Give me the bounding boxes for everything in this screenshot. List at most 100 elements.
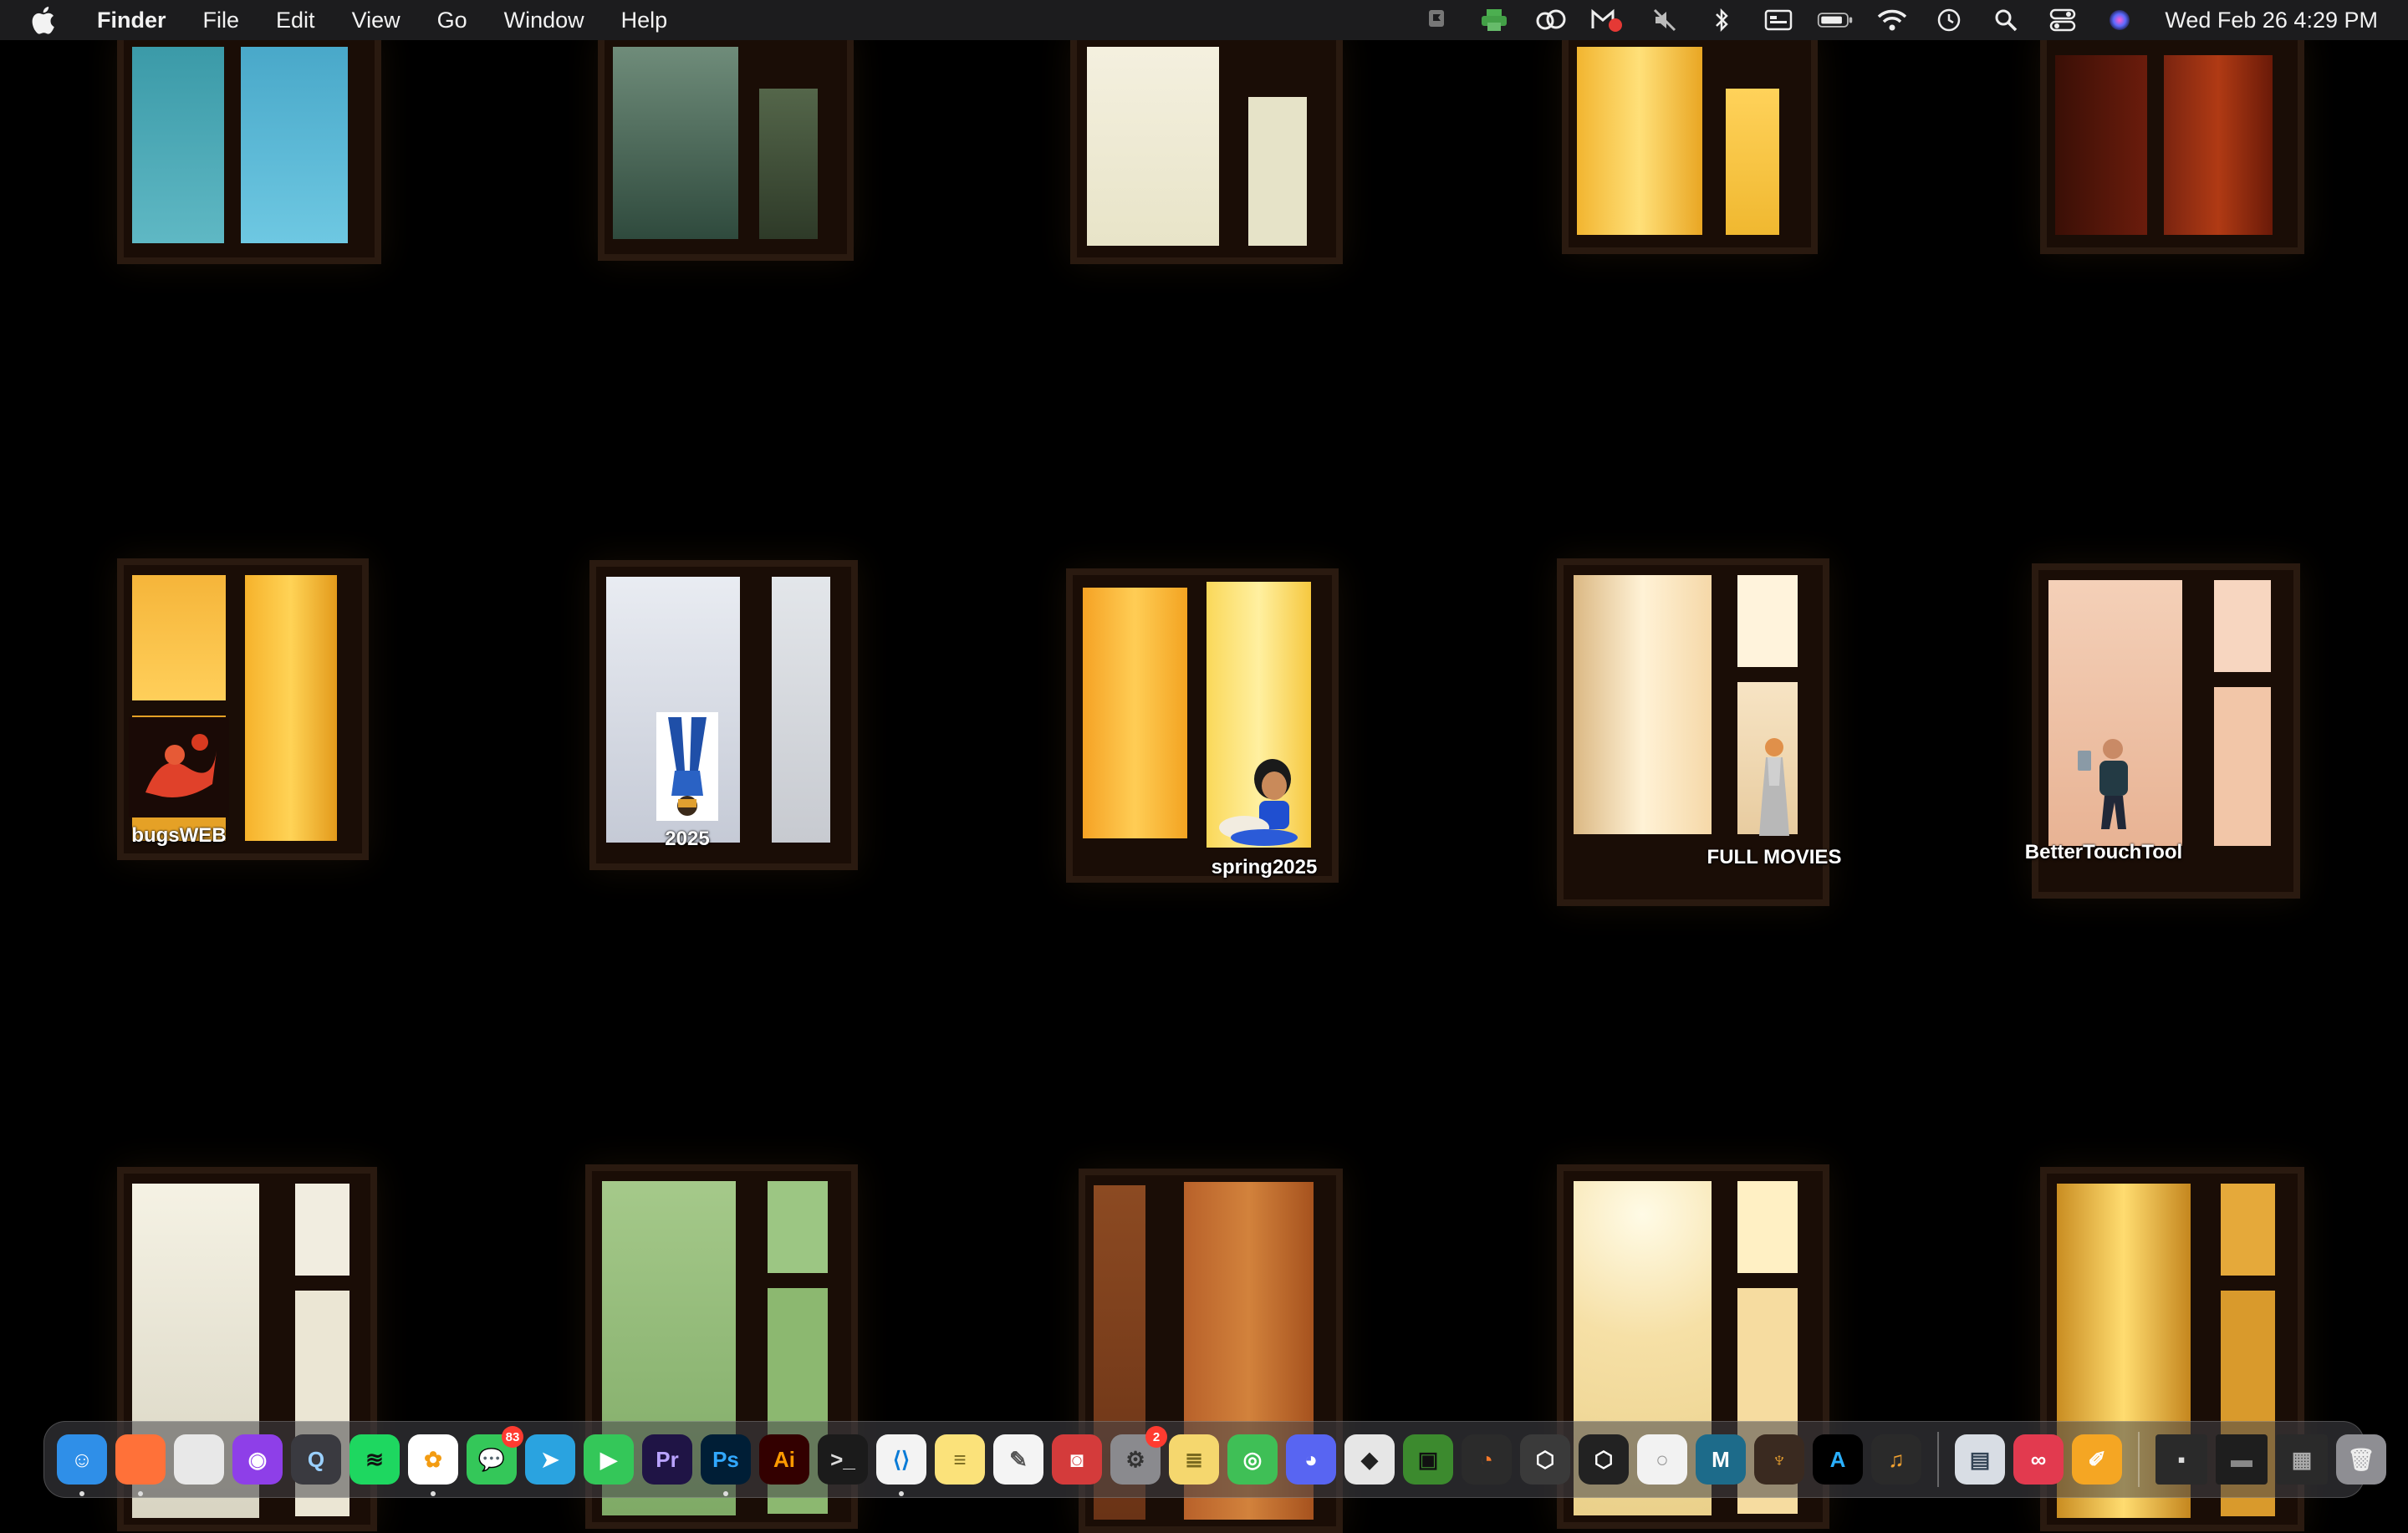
dock-glyph: ✐ — [2088, 1446, 2106, 1472]
dock: ☺ ◉ Q ≋ ✿ 💬 83 ➤ ▶ Pr Ps Ai >_ ⟨⟩ ≡ ✎ ◙ ⚙ 2 ≣ ◎ ◕ ◆ ▣ ◔ ⬡ ⬡ ○ M ♆ A ♫ ▤ ∞… — [43, 1421, 2386, 1498]
dock-glyph: M — [1712, 1446, 1730, 1472]
printer-icon[interactable] — [1476, 5, 1513, 35]
app-store-icon[interactable]: A — [1813, 1434, 1863, 1485]
dock-separator — [2138, 1432, 2140, 1487]
pencil-app-icon[interactable]: ✐ — [2072, 1434, 2122, 1485]
mute-icon[interactable] — [1646, 5, 1683, 35]
wifi-icon[interactable] — [1874, 5, 1911, 35]
dock-glyph: ◆ — [1361, 1446, 1378, 1472]
apple-menu-icon[interactable] — [30, 6, 55, 34]
chrome-icon[interactable] — [174, 1434, 224, 1485]
dock-glyph: ▣ — [1417, 1446, 1439, 1472]
telegram-icon[interactable]: ➤ — [525, 1434, 575, 1485]
running-indicator — [723, 1491, 728, 1496]
facetime-icon[interactable]: ▶ — [584, 1434, 634, 1485]
stickies-icon[interactable]: ≣ — [1169, 1434, 1219, 1485]
battery-icon[interactable] — [1817, 5, 1854, 35]
folder-thumbnail-icon — [656, 712, 718, 821]
messages-icon[interactable]: 💬 83 — [467, 1426, 523, 1485]
trash-icon[interactable]: 🗑 — [2336, 1434, 2386, 1485]
dock-glyph: ⟨⟩ — [892, 1446, 911, 1472]
desktop-item-label: FULL MOVIES — [1707, 846, 1842, 868]
dock-glyph: ⚙ — [1125, 1446, 1145, 1472]
bluetooth-icon[interactable] — [1703, 5, 1740, 35]
garageband-icon[interactable]: ♫ — [1871, 1434, 1921, 1485]
desktop-folder-full-movies[interactable]: FULL MOVIES — [1691, 736, 1858, 869]
capture-icon[interactable]: ○ — [1637, 1434, 1687, 1485]
dock-glyph: ∞ — [2030, 1446, 2047, 1472]
photo-booth-icon[interactable]: ◙ — [1052, 1434, 1102, 1485]
dock-glyph: ⬡ — [1535, 1446, 1555, 1472]
creative-cloud-app-icon[interactable]: ∞ — [2013, 1434, 2064, 1485]
desktop-folder-bugsweb[interactable]: bugsWEB — [95, 717, 263, 848]
creative-cloud-icon[interactable] — [1533, 5, 1569, 35]
minecraft-icon[interactable]: ▣ — [1403, 1434, 1453, 1485]
menu-window[interactable]: Window — [486, 0, 603, 40]
vscode-icon[interactable]: ⟨⟩ — [876, 1434, 926, 1496]
display-icon[interactable] — [1760, 5, 1797, 35]
wallpaper-window — [1562, 32, 1818, 254]
dock-glyph: >_ — [830, 1446, 855, 1472]
preview-icon[interactable]: ▤ — [1955, 1434, 2005, 1485]
folder-thumbnail-icon — [129, 717, 229, 817]
desktop-item-label: 2025 — [665, 828, 710, 850]
running-indicator — [899, 1491, 904, 1496]
maya-icon[interactable]: M — [1696, 1434, 1746, 1485]
desktop-folder-2025[interactable]: 2025 — [604, 712, 771, 851]
minimized-photoshop-window-icon[interactable]: ▪ — [2155, 1434, 2207, 1485]
notes-icon[interactable]: ≡ — [935, 1434, 985, 1485]
wallpaper-window — [598, 32, 854, 261]
dock-separator — [1937, 1432, 1939, 1487]
dock-glyph: ✿ — [424, 1446, 442, 1472]
unity-icon[interactable]: ⬡ — [1579, 1434, 1629, 1485]
menu-edit[interactable]: Edit — [258, 0, 334, 40]
illustrator-icon[interactable]: Ai — [759, 1434, 809, 1485]
control-center-icon[interactable] — [2044, 5, 2081, 35]
menu-view[interactable]: View — [334, 0, 419, 40]
firefox-icon[interactable] — [115, 1434, 166, 1496]
figure-app-icon[interactable]: ♆ — [1754, 1434, 1804, 1485]
quicktime-icon[interactable]: Q — [291, 1434, 341, 1485]
time-machine-icon[interactable] — [1931, 5, 1967, 35]
menu-help[interactable]: Help — [603, 0, 686, 40]
unity-hub-icon[interactable]: ⬡ — [1520, 1434, 1570, 1485]
dock-glyph: ≋ — [365, 1446, 384, 1472]
minimized-vscode-window-icon[interactable]: ▬ — [2216, 1434, 2268, 1485]
dock-glyph: ☺ — [70, 1446, 94, 1472]
menu-go[interactable]: Go — [419, 0, 486, 40]
blender-icon[interactable]: ◔ — [1462, 1434, 1512, 1485]
photoshop-icon[interactable]: Ps — [701, 1434, 751, 1496]
spotlight-icon[interactable] — [1987, 5, 2024, 35]
dock-glyph: ▦ — [2291, 1446, 2313, 1472]
discord-icon[interactable]: ◕ — [1286, 1434, 1336, 1485]
dock-glyph: ◕ — [1304, 1446, 1318, 1472]
spotify-icon[interactable]: ≋ — [349, 1434, 400, 1485]
podcasts-icon[interactable]: ◉ — [232, 1434, 283, 1485]
photos-icon[interactable]: ✿ — [408, 1434, 458, 1496]
dock-glyph: ○ — [1656, 1446, 1669, 1472]
dock-glyph: ◔ — [1480, 1446, 1493, 1472]
dock-glyph: ⬡ — [1594, 1446, 1614, 1472]
menu-bar-clock[interactable]: Wed Feb 26 4:29 PM — [2165, 8, 2378, 33]
find-my-icon[interactable]: ◎ — [1227, 1434, 1278, 1485]
system-settings-icon[interactable]: ⚙ 2 — [1110, 1426, 1167, 1485]
dock-glyph: ▶ — [600, 1446, 617, 1472]
premiere-icon[interactable]: Pr — [642, 1434, 692, 1485]
dock-glyph: ≣ — [1185, 1446, 1203, 1472]
gmail-badge-icon[interactable] — [1589, 5, 1626, 35]
flag-icon[interactable] — [1419, 5, 1456, 35]
running-indicator — [431, 1491, 436, 1496]
siri-icon[interactable] — [2101, 5, 2138, 35]
finder-icon[interactable]: ☺ — [57, 1434, 107, 1496]
textedit-icon[interactable]: ✎ — [993, 1434, 1043, 1485]
roblox-icon[interactable]: ◆ — [1344, 1434, 1395, 1485]
terminal-icon[interactable]: >_ — [818, 1434, 868, 1485]
running-indicator — [138, 1491, 143, 1496]
app-menu-finder[interactable]: Finder — [80, 0, 185, 40]
dock-glyph: Ai — [773, 1446, 795, 1472]
minimized-finder-window-icon[interactable]: ▦ — [2276, 1434, 2328, 1485]
dock-glyph: ♆ — [1771, 1446, 1788, 1472]
desktop-app-bettertouchtool[interactable]: BetterTouchTool — [2020, 736, 2187, 864]
menu-file[interactable]: File — [185, 0, 258, 40]
desktop-folder-spring2025[interactable]: spring2025 — [1181, 756, 1348, 879]
